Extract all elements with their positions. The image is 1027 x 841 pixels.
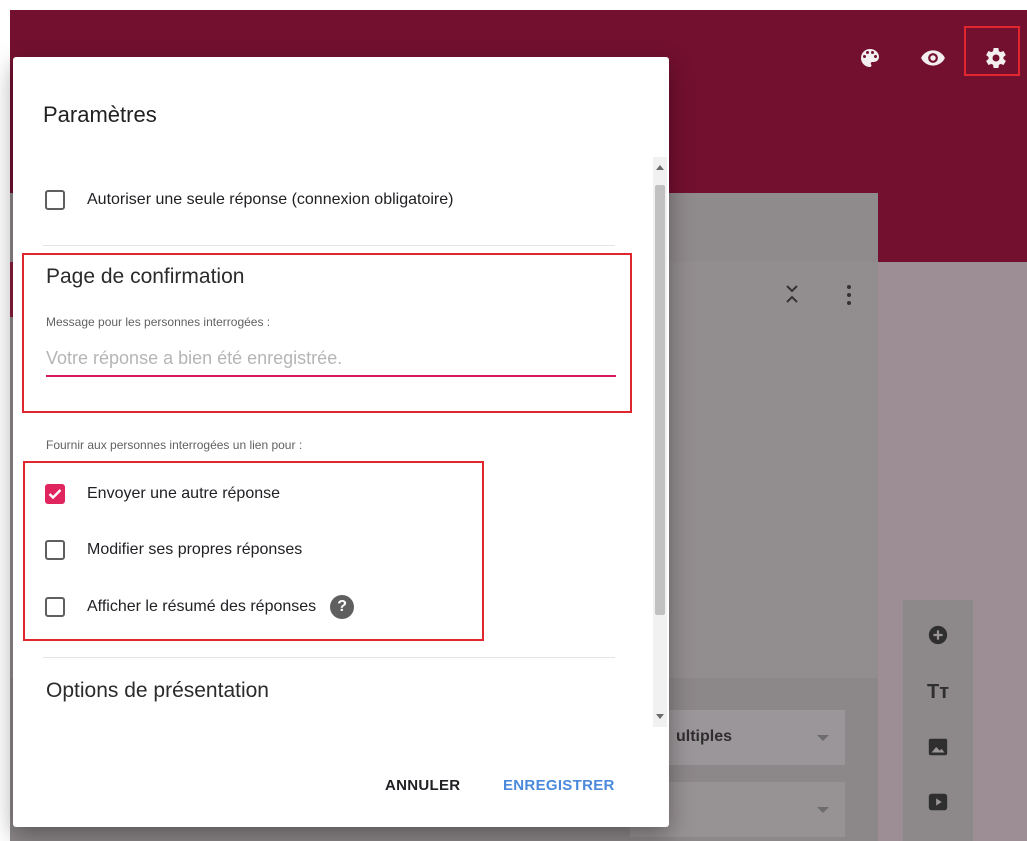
collapse-icon [782,280,802,310]
single-response-option[interactable]: Autoriser une seule réponse (connexion o… [45,190,453,210]
scroll-up-icon[interactable] [656,165,664,170]
dialog-scrollbar[interactable] [653,157,667,727]
save-button[interactable]: ENREGISTRER [503,777,615,794]
dropdown-arrow-icon [817,807,829,813]
scroll-down-icon[interactable] [656,714,664,719]
image-icon [923,732,953,762]
text-size-icon: Tт [926,680,949,703]
gear-highlight-box [964,26,1020,76]
confirmation-highlight-box [22,253,632,413]
divider [43,657,615,658]
divider [43,245,615,246]
dropdown-arrow-icon [817,735,829,741]
video-icon [923,787,953,817]
single-response-checkbox[interactable] [45,190,65,210]
links-heading: Fournir aux personnes interrogées un lie… [46,438,303,452]
single-response-label: Autoriser une seule réponse (connexion o… [87,191,454,208]
presentation-heading: Options de présentation [46,679,269,702]
dialog-title: Paramètres [43,102,157,127]
eye-icon[interactable] [915,40,951,76]
palette-icon[interactable] [852,40,888,76]
links-highlight-box [23,461,484,641]
more-vert-icon [842,280,856,310]
scrollbar-thumb[interactable] [655,185,665,615]
add-circle-icon [923,620,953,650]
settings-dialog: Paramètres Autoriser une seule réponse (… [13,57,669,827]
cancel-button[interactable]: ANNULER [385,777,460,794]
